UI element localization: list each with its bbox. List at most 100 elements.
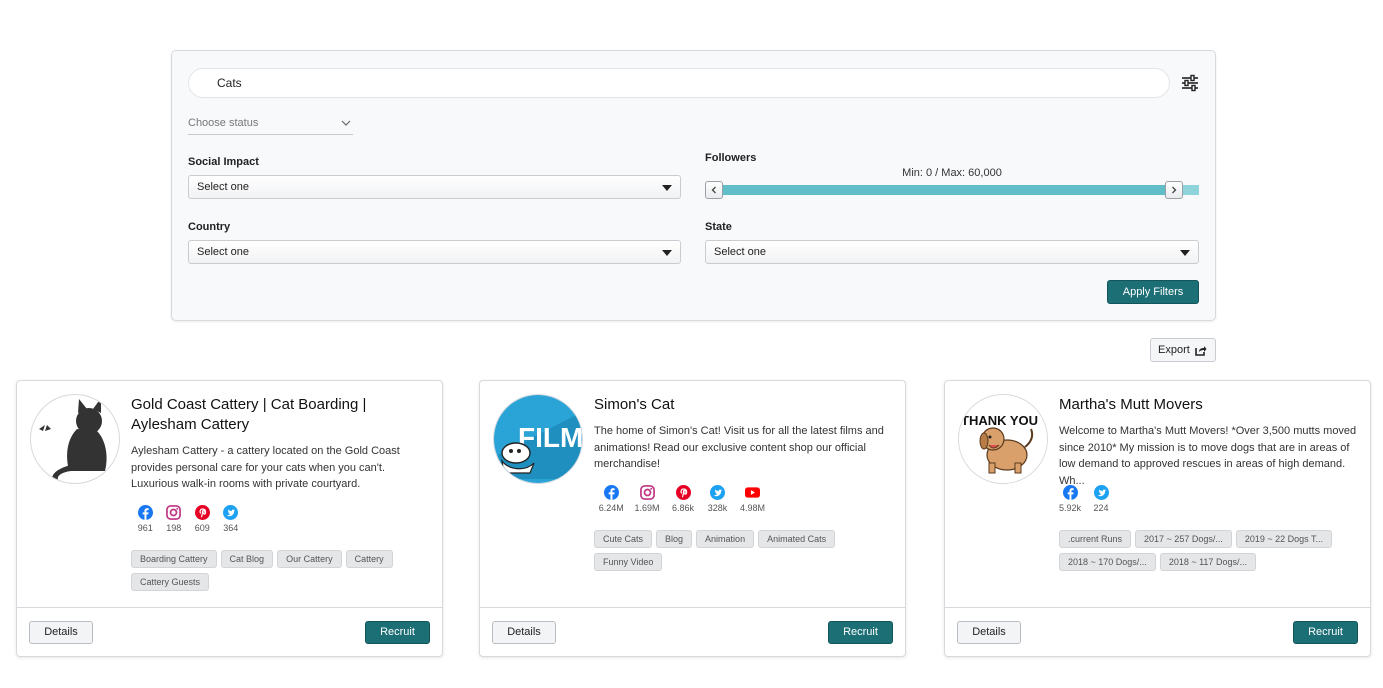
social-pinterest[interactable]: 6.86k [666, 485, 701, 513]
slider-max-handle[interactable] [1165, 181, 1183, 199]
tag[interactable]: Cute Cats [594, 530, 653, 548]
country-select[interactable]: Select one [188, 240, 681, 264]
tag[interactable]: 2018 ~ 170 Dogs/... [1059, 553, 1156, 571]
card-footer: Details Recruit [480, 607, 905, 657]
social-impact-label: Social Impact [188, 156, 259, 168]
tag[interactable]: Boarding Cattery [131, 550, 217, 568]
filter-settings-icon[interactable] [1180, 73, 1202, 95]
tag[interactable]: Animation [696, 530, 755, 548]
search-input[interactable] [188, 68, 1170, 98]
chevron-right-icon [1172, 186, 1177, 194]
tag[interactable]: Cattery [345, 550, 393, 568]
social-count: 609 [194, 523, 210, 533]
tag[interactable]: 2019 ~ 22 Dogs T... [1235, 530, 1332, 548]
card-description: Welcome to Martha's Mutt Movers! *Over 3… [1059, 425, 1357, 487]
twitter-icon [223, 505, 239, 520]
slider-min-handle[interactable] [705, 181, 723, 199]
social-count: 1.69M [634, 503, 660, 513]
card-footer: Details Recruit [945, 607, 1370, 657]
social-instagram[interactable]: 1.69M [629, 485, 666, 513]
pinterest-icon [194, 505, 210, 520]
card-footer: Details Recruit [17, 607, 442, 657]
recruit-button[interactable]: Recruit [365, 621, 430, 644]
social-twitter[interactable]: 364 [217, 505, 246, 533]
status-placeholder: Choose status [188, 117, 259, 129]
social-facebook[interactable]: 5.92k [1059, 485, 1081, 513]
apply-filters-button[interactable]: Apply Filters [1107, 280, 1199, 304]
card-title[interactable]: Gold Coast Cattery | Cat Boarding | Ayle… [131, 395, 431, 435]
social-instagram[interactable]: 198 [160, 505, 189, 533]
card-description: The home of Simon's Cat! Visit us for al… [594, 425, 884, 470]
country-label: Country [188, 221, 231, 233]
tag-list: Cute Cats Blog Animation Animated Cats F… [594, 530, 894, 571]
social-stats: 961 198 609 364 [131, 505, 245, 533]
twitter-icon [1093, 485, 1109, 500]
caret-down-icon [662, 250, 672, 256]
tag[interactable]: Animated Cats [758, 530, 836, 548]
export-label: Export [1158, 344, 1190, 356]
films-logo: FILMS [494, 395, 582, 483]
social-count: 6.86k [671, 503, 695, 513]
tag-list: Boarding Cattery Cat Blog Our Cattery Ca… [131, 550, 431, 591]
followers-slider[interactable] [705, 181, 1199, 199]
social-youtube[interactable]: 4.98M [735, 485, 771, 513]
export-button[interactable]: Export [1150, 338, 1216, 362]
social-facebook[interactable]: 961 [131, 505, 160, 533]
social-twitter[interactable]: 224 [1081, 485, 1121, 513]
avatar: THANK YOU [958, 394, 1048, 484]
tag[interactable]: Blog [656, 530, 693, 548]
card-title[interactable]: Martha's Mutt Movers [1059, 395, 1359, 415]
influencer-card: THANK YOU Martha's Mutt Movers Welcome t… [944, 380, 1371, 657]
tag[interactable]: Cat Blog [220, 550, 274, 568]
social-impact-value: Select one [197, 181, 249, 193]
tag-list: .current Runs 2017 ~ 257 Dogs/... 2019 ~… [1059, 530, 1359, 571]
facebook-icon [603, 485, 619, 500]
state-value: Select one [714, 246, 766, 258]
social-pinterest[interactable]: 609 [188, 505, 217, 533]
followers-range-text: Min: 0 / Max: 60,000 [902, 167, 1002, 179]
details-button[interactable]: Details [29, 621, 93, 644]
avatar [30, 394, 120, 484]
influencer-card: FILMS Simon's Cat The home of Simon's Ca… [479, 380, 906, 657]
social-count: 198 [166, 523, 182, 533]
social-count: 5.92k [1059, 503, 1082, 513]
tag[interactable]: 2018 ~ 117 Dogs/... [1159, 553, 1256, 571]
tag[interactable]: Cattery Guests [131, 573, 210, 591]
tag[interactable]: Our Cattery [277, 550, 342, 568]
thank-you-dog-logo: THANK YOU [959, 395, 1047, 483]
social-count: 364 [223, 523, 239, 533]
filter-panel: Choose status Social Impact Select one F… [171, 50, 1216, 321]
social-impact-select[interactable]: Select one [188, 175, 681, 199]
tag[interactable]: 2017 ~ 257 Dogs/... [1135, 530, 1232, 548]
recruit-button[interactable]: Recruit [828, 621, 893, 644]
state-label: State [705, 221, 732, 233]
avatar-text: THANK YOU [961, 413, 1038, 428]
tag[interactable]: .current Runs [1059, 530, 1132, 548]
card-title[interactable]: Simon's Cat [594, 395, 894, 415]
social-twitter[interactable]: 328k [701, 485, 735, 513]
facebook-icon [137, 505, 153, 520]
tag[interactable]: Funny Video [594, 553, 663, 571]
social-count: 6.24M [598, 503, 624, 513]
caret-down-icon [1180, 250, 1190, 256]
recruit-button[interactable]: Recruit [1293, 621, 1358, 644]
influencer-card: Gold Coast Cattery | Cat Boarding | Ayle… [16, 380, 443, 657]
followers-label: Followers [705, 152, 757, 164]
details-button[interactable]: Details [957, 621, 1021, 644]
social-facebook[interactable]: 6.24M [594, 485, 629, 513]
details-button[interactable]: Details [492, 621, 556, 644]
facebook-icon [1062, 485, 1078, 500]
instagram-icon [166, 505, 182, 520]
social-stats: 5.92k 224 [1059, 485, 1121, 513]
card-description: Aylesham Cattery - a cattery located on … [131, 445, 400, 490]
status-dropdown[interactable]: Choose status [188, 117, 353, 135]
instagram-icon [639, 485, 655, 500]
share-icon [1195, 346, 1207, 356]
social-count: 961 [137, 523, 153, 533]
pinterest-icon [675, 485, 691, 500]
state-select[interactable]: Select one [705, 240, 1199, 264]
black-cat-logo [39, 398, 107, 483]
social-stats: 6.24M 1.69M 6.86k 328k 4.98M [594, 485, 771, 513]
youtube-icon [745, 487, 760, 498]
chevron-down-icon [341, 120, 351, 126]
